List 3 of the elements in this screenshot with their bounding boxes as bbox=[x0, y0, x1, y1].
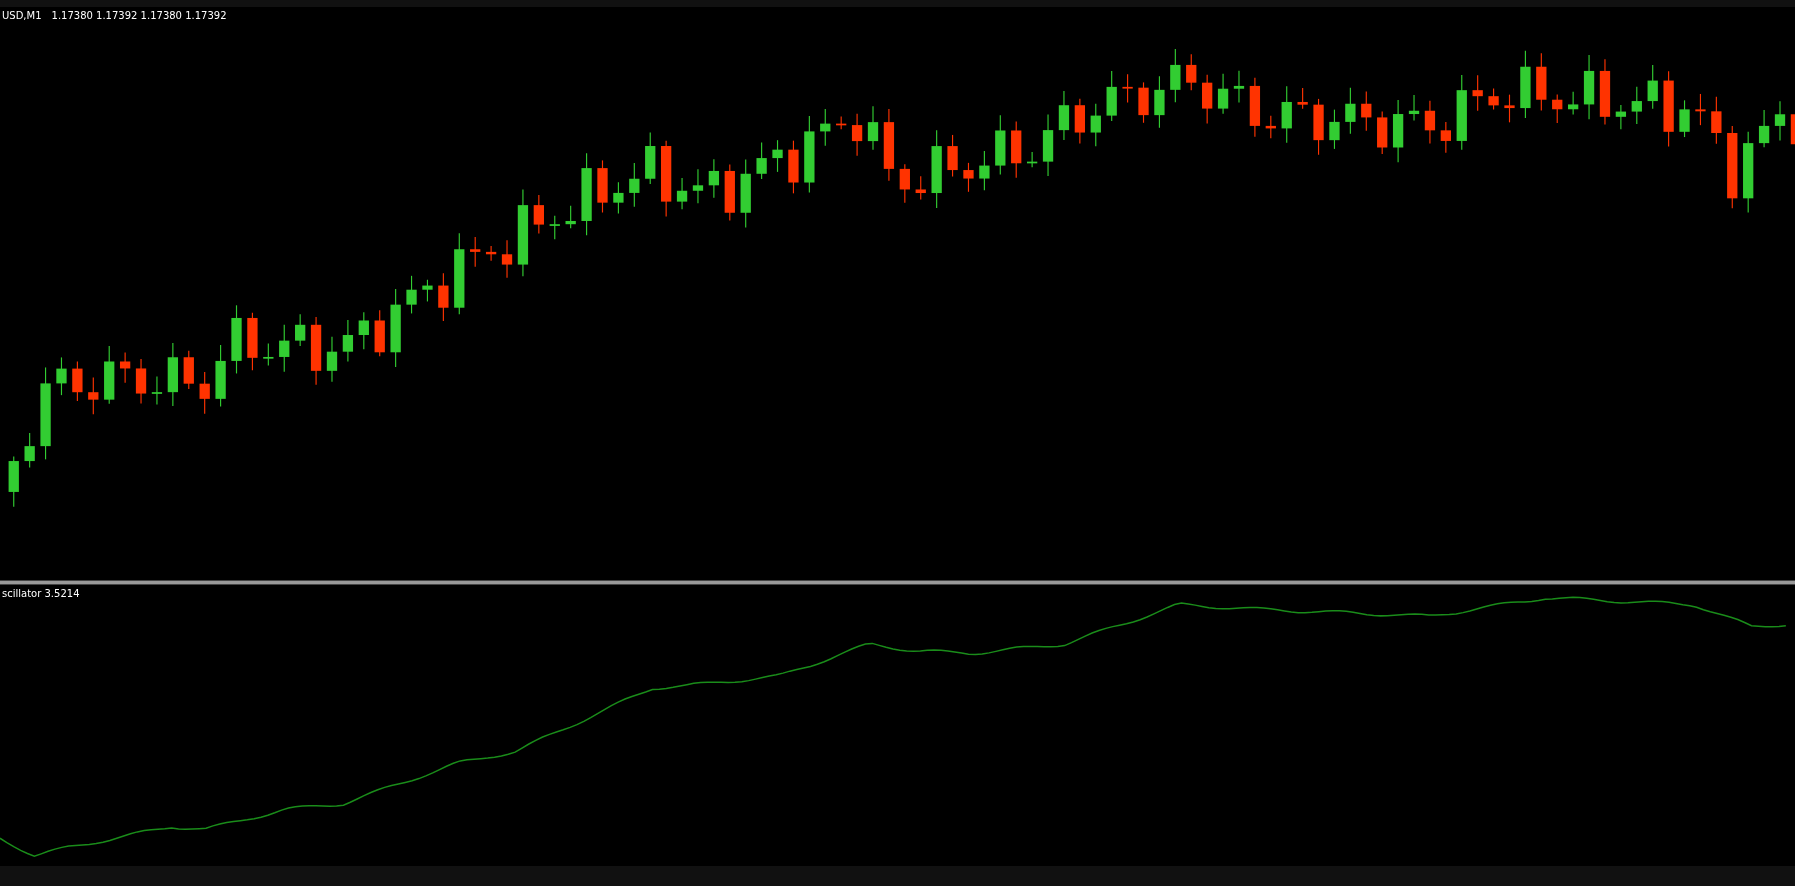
symbol-label: USD,M1 bbox=[2, 10, 42, 21]
price-readout: 1.17380 1.17392 1.17380 1.17392 bbox=[51, 10, 227, 21]
indicator-label: scillator 3.5214 bbox=[2, 588, 80, 599]
